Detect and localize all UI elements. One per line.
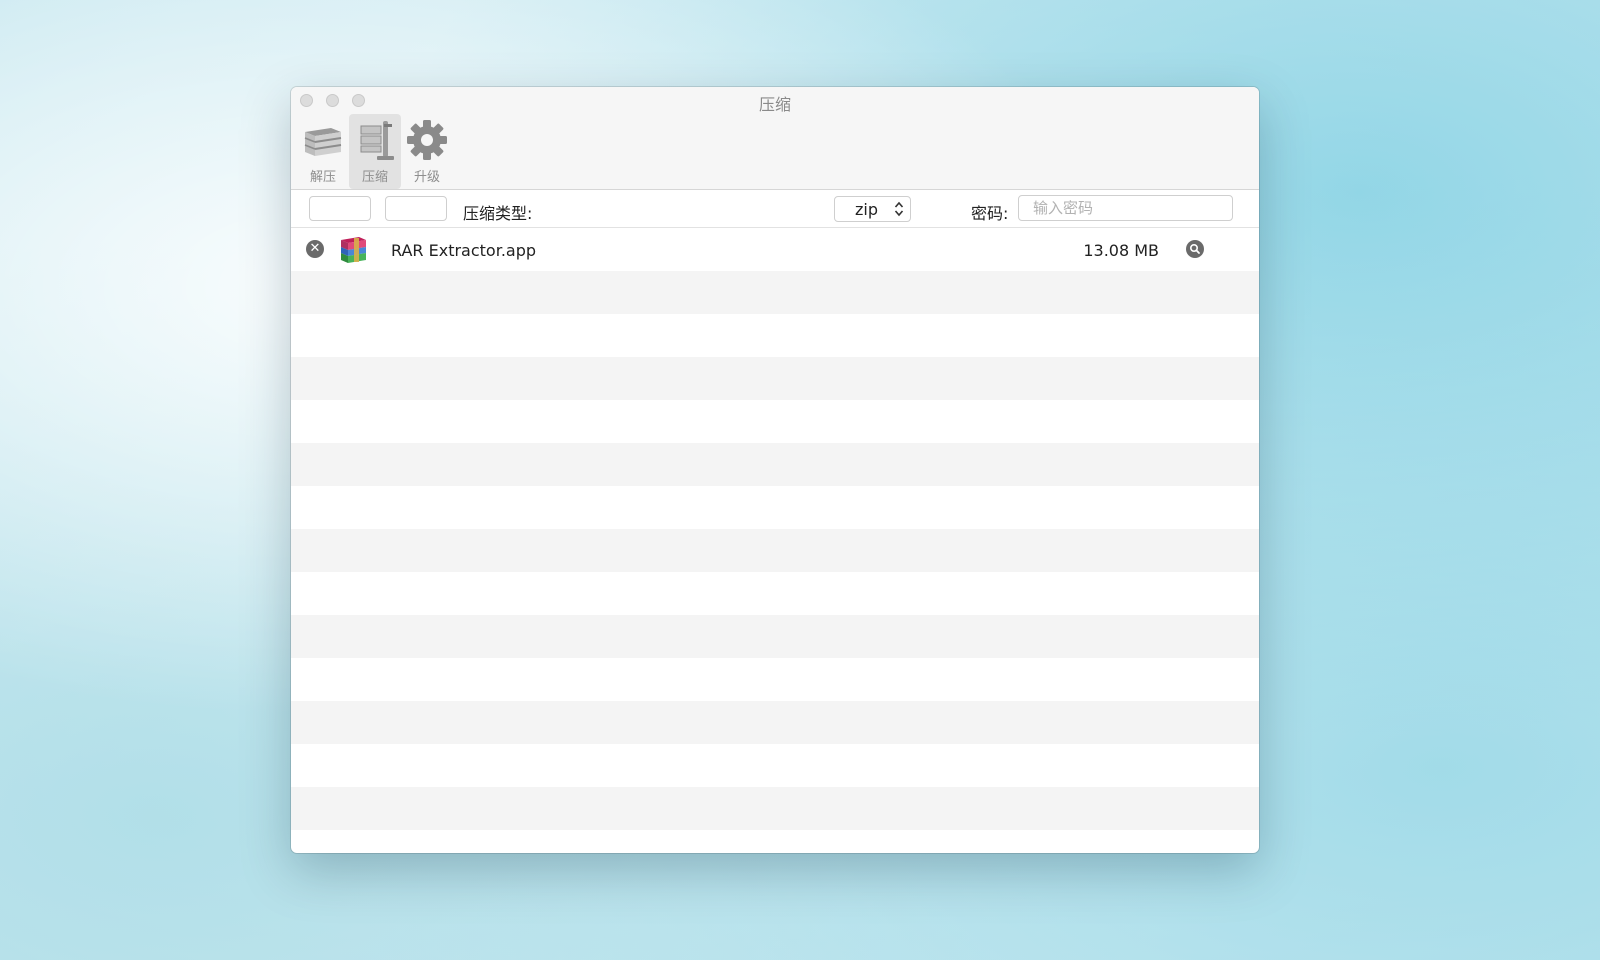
- books-icon: [304, 128, 342, 156]
- compress-type-label: 压缩类型:: [463, 204, 533, 223]
- toolbar-extract-label: 解压: [309, 170, 336, 185]
- close-icon: ✕: [309, 241, 321, 256]
- option-field-1[interactable]: [309, 196, 371, 221]
- chevron-updown-icon: [894, 201, 904, 217]
- magnifier-icon: [1190, 244, 1200, 254]
- compress-type-value: zip: [855, 199, 878, 219]
- toolbar-upgrade-button[interactable]: 升级: [401, 114, 453, 189]
- toolbar-upgrade-label: 升级: [413, 170, 440, 185]
- file-list: ✕ RAR Extractor.app 13.08 MB: [291, 228, 1259, 853]
- option-field-2[interactable]: [385, 196, 447, 221]
- desktop-wallpaper: 压缩 解压 压缩 升级 压缩类型: zip 密码: 输入密码 ✕ RAR Ext…: [0, 0, 1600, 960]
- table-row-empty: [291, 658, 1259, 701]
- table-row-empty: [291, 787, 1259, 830]
- remove-file-button[interactable]: ✕: [306, 240, 324, 258]
- toolbar-compress-button[interactable]: 压缩: [349, 114, 401, 189]
- archive-books-icon: [341, 237, 366, 263]
- table-row[interactable]: ✕ RAR Extractor.app 13.08 MB: [291, 228, 1259, 271]
- toolbar-extract-button[interactable]: 解压: [297, 114, 349, 189]
- toolbar: 解压 压缩 升级: [297, 114, 453, 189]
- table-row-empty: [291, 615, 1259, 658]
- toolbar-compress-label: 压缩: [361, 170, 388, 185]
- table-row-empty: [291, 357, 1259, 400]
- table-row-empty: [291, 443, 1259, 486]
- app-window: 压缩 解压 压缩 升级 压缩类型: zip 密码: 输入密码 ✕ RAR Ext…: [291, 87, 1259, 853]
- vise-icon: [360, 121, 394, 160]
- gear-icon: [407, 120, 447, 160]
- table-row-empty: [291, 572, 1259, 615]
- table-row-empty: [291, 744, 1259, 787]
- file-size: 13.08 MB: [1083, 241, 1159, 260]
- table-row-empty: [291, 529, 1259, 572]
- table-row-empty: [291, 701, 1259, 744]
- table-row-empty: [291, 314, 1259, 357]
- window-title: 压缩: [758, 95, 791, 114]
- table-row-empty: [291, 271, 1259, 314]
- compress-type-select[interactable]: zip: [834, 196, 911, 222]
- password-input[interactable]: [1018, 195, 1233, 221]
- options-bar: 压缩类型: zip 密码:: [291, 190, 1259, 228]
- table-row-empty: [291, 830, 1259, 853]
- file-name: RAR Extractor.app: [391, 241, 537, 260]
- password-label: 密码:: [971, 204, 1009, 223]
- titlebar: 压缩 解压 压缩 升级: [291, 87, 1259, 190]
- table-row-empty: [291, 400, 1259, 443]
- table-row-empty: [291, 486, 1259, 529]
- reveal-file-button[interactable]: [1186, 240, 1204, 258]
